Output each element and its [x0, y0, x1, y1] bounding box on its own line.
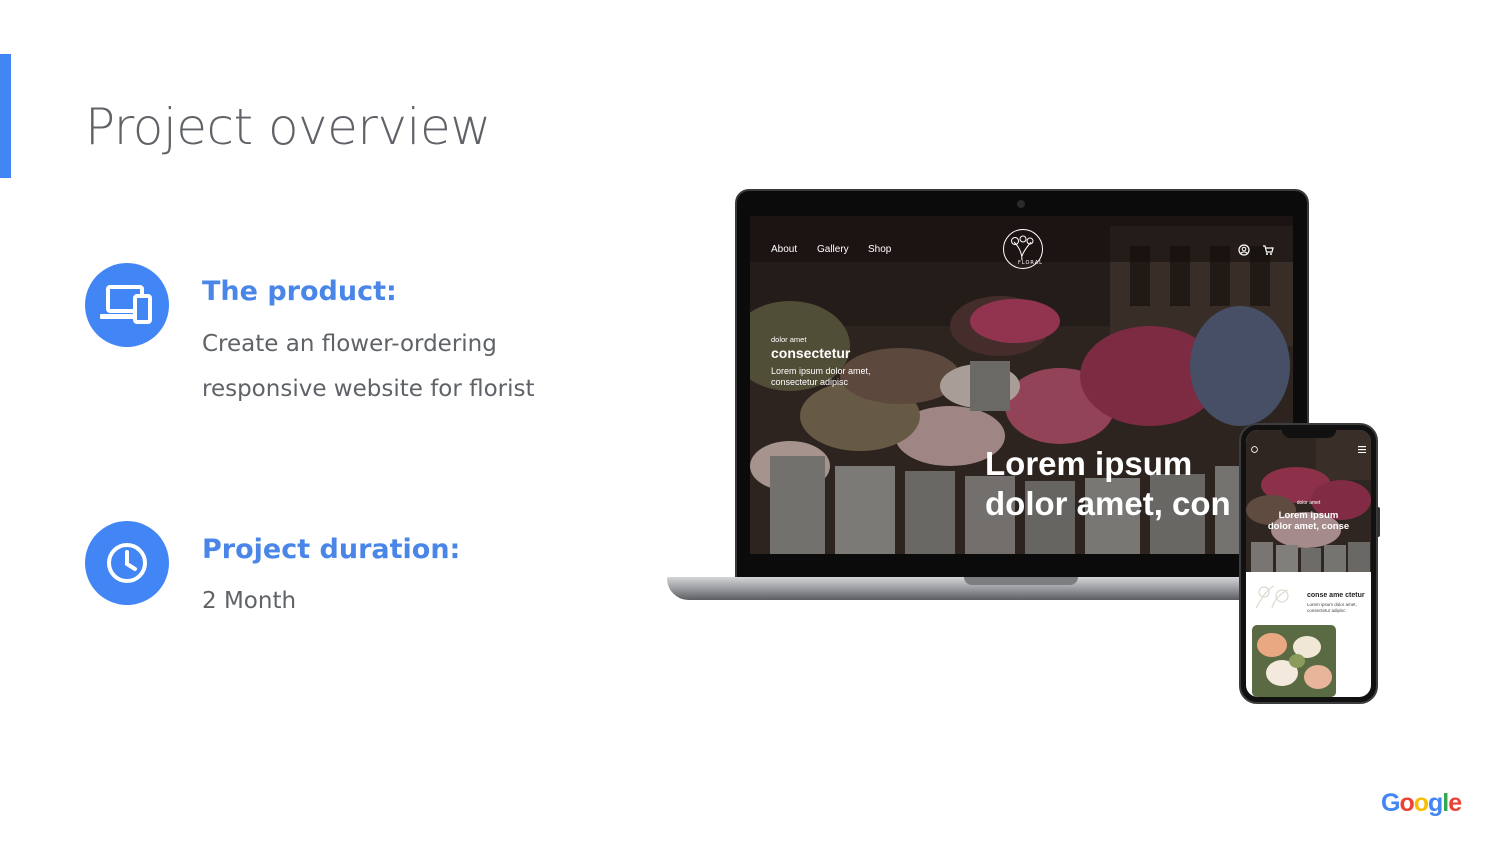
- flower-sketch-icon: [1255, 585, 1289, 609]
- phone-screen: dolor amet Lorem ipsum dolor amet, conse…: [1246, 430, 1371, 697]
- slide-title: Project overview: [85, 98, 491, 156]
- hero-body-line-2: consectetur adipisc: [771, 377, 849, 387]
- phone-hero-line-1: Lorem ipsum: [1278, 510, 1339, 521]
- accent-bar: [0, 54, 11, 178]
- duration-heading: Project duration:: [202, 534, 461, 565]
- hero-body-line-1: Lorem ipsum dolor amet,: [771, 366, 871, 376]
- google-logo-letter: e: [1448, 789, 1462, 817]
- duration-value: 2 Month: [202, 588, 297, 614]
- phone-hero-line-2: dolor amet, conse: [1267, 521, 1350, 532]
- phone-section-title: conse ame ctetur: [1307, 592, 1365, 599]
- google-logo: Google: [1381, 789, 1462, 818]
- nav-link-about[interactable]: About: [771, 244, 797, 255]
- hero-headline-line-1: Lorem ipsum: [985, 445, 1193, 482]
- hero-title: consectetur: [771, 345, 851, 361]
- product-description-line-2: responsive website for florist: [202, 376, 535, 402]
- phone-side-button: [1377, 507, 1380, 537]
- nav-link-gallery[interactable]: Gallery: [817, 244, 849, 255]
- product-heading: The product:: [202, 276, 397, 307]
- google-logo-letter: G: [1381, 789, 1400, 817]
- google-logo-letter: o: [1399, 789, 1414, 817]
- google-logo-letter: g: [1428, 789, 1443, 817]
- laptop-camera: [1017, 200, 1025, 208]
- devices-icon-glyph: [100, 285, 152, 324]
- phone-notch: [1282, 427, 1336, 438]
- account-icon[interactable]: [1251, 438, 1258, 457]
- laptop-notch: [964, 577, 1078, 585]
- clock-icon-glyph: [107, 543, 147, 583]
- devices-icon: [85, 263, 169, 347]
- phone-section-body: Lorem ipsum dolor amet, consectetur adip…: [1307, 602, 1357, 614]
- product-description-line-1: Create an flower-ordering: [202, 331, 497, 357]
- logo-text: FLORAL: [1018, 260, 1043, 266]
- nav-link-shop[interactable]: Shop: [868, 244, 891, 255]
- hero-headline: Lorem ipsum dolor amet, con: [985, 444, 1231, 524]
- cart-icon[interactable]: [1262, 244, 1274, 256]
- phone-hero-kicker: dolor amet: [1296, 500, 1321, 506]
- hero-kicker: dolor amet: [771, 335, 807, 344]
- laptop-screen: About Gallery Shop FLORAL dolor amet con…: [750, 216, 1293, 554]
- clock-icon: [85, 521, 169, 605]
- bouquet-photo: [1252, 625, 1336, 697]
- account-icon[interactable]: [1238, 244, 1250, 256]
- phone-section-body-line-2: consectetur adipisc: [1307, 608, 1346, 613]
- hero-headline-line-2: dolor amet, con: [985, 485, 1231, 522]
- menu-icon[interactable]: [1358, 438, 1366, 457]
- google-logo-letter: o: [1413, 789, 1429, 817]
